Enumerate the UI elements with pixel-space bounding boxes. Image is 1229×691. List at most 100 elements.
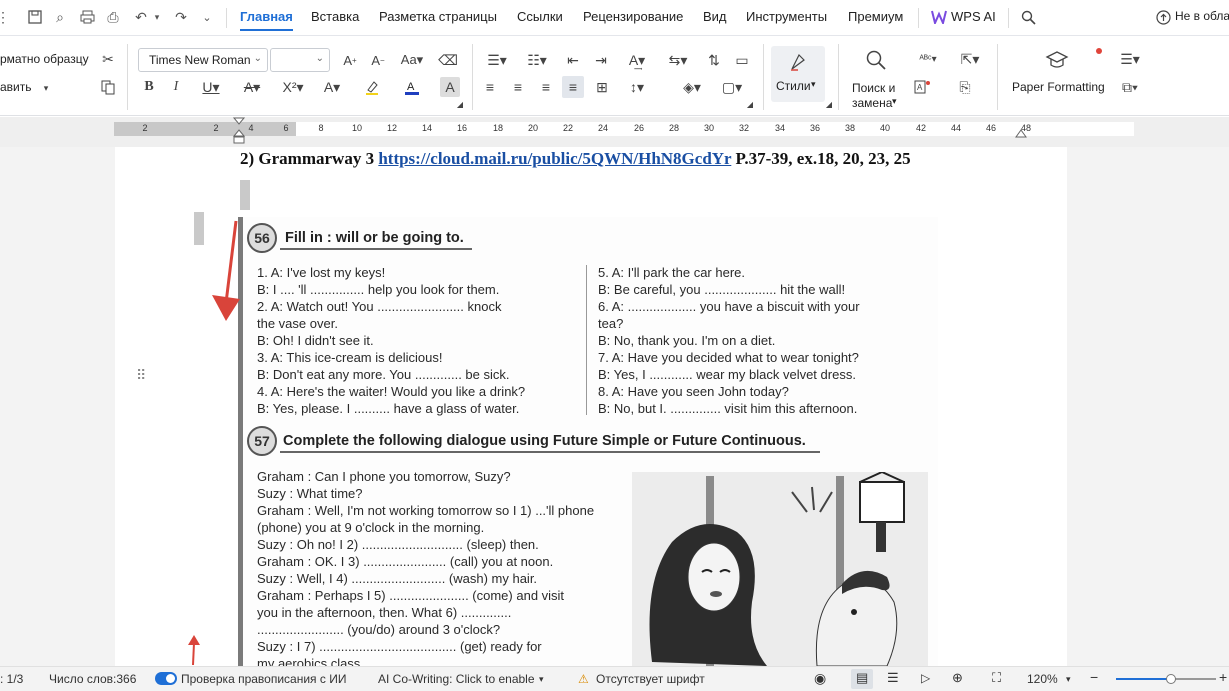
eye-protection-icon[interactable]: ◉: [814, 670, 826, 687]
page-indicator[interactable]: : 1/3: [0, 672, 23, 686]
select-icon[interactable]: ⇱▾: [955, 49, 985, 69]
undo-dropdown-icon[interactable]: ▾: [148, 8, 166, 26]
styles-dialog-launcher-icon[interactable]: ◢: [824, 99, 834, 109]
find-replace-icon[interactable]: [864, 48, 888, 72]
cloud-status[interactable]: Не в обла: [1175, 9, 1229, 23]
zoom-slider-knob[interactable]: [1166, 674, 1176, 684]
line-break-icon[interactable]: ⇆▾: [664, 50, 692, 70]
tab-view[interactable]: Вид: [703, 9, 727, 24]
ruler-tick: 2: [213, 123, 219, 133]
arrange-icon[interactable]: ⧉▾: [1115, 77, 1145, 97]
char-shading-icon[interactable]: A: [440, 77, 460, 97]
text-effect-icon[interactable]: A▾: [318, 77, 346, 97]
text-direction-icon[interactable]: A͢▾: [622, 50, 652, 70]
italic-icon[interactable]: I: [166, 77, 186, 97]
right-indent-marker-icon[interactable]: [1014, 129, 1028, 141]
paper-formatting-label[interactable]: Paper Formatting: [1012, 80, 1105, 94]
paragraph-dialog-launcher-icon[interactable]: ◢: [745, 99, 755, 109]
numbering-icon[interactable]: ☷▾: [523, 50, 551, 70]
font-size-select[interactable]: ⌄: [270, 48, 330, 72]
format-icon[interactable]: ⌕: [51, 8, 69, 26]
tab-review[interactable]: Рецензирование: [583, 9, 683, 24]
paper-formatting-icon[interactable]: [1044, 48, 1070, 72]
shading-icon[interactable]: ◈▾: [678, 77, 706, 97]
outline-view-icon[interactable]: ☰: [887, 670, 899, 686]
font-shrink-icon[interactable]: A −: [368, 50, 388, 70]
tab-references[interactable]: Ссылки: [517, 9, 563, 24]
sort-icon[interactable]: ⇅: [704, 50, 724, 70]
spellcheck-toggle[interactable]: [155, 672, 177, 685]
print-preview-icon[interactable]: ⎙: [104, 8, 122, 26]
find-label-line2[interactable]: замена: [852, 96, 892, 110]
cloud-upload-icon[interactable]: [1154, 8, 1172, 26]
strikethrough-icon[interactable]: A▾: [238, 77, 266, 97]
bold-icon[interactable]: B: [139, 77, 159, 97]
paste-label[interactable]: авить: [0, 80, 32, 94]
change-case-icon[interactable]: Aa▾: [397, 50, 427, 70]
redo-icon[interactable]: ↷: [172, 8, 190, 26]
document-workspace[interactable]: 2) Grammarway 3 https://cloud.mail.ru/pu…: [0, 147, 1229, 666]
justify-icon[interactable]: ≡: [562, 76, 584, 98]
format-painter-label[interactable]: рматно образцу: [0, 52, 89, 66]
word-count[interactable]: Число слов:366: [49, 672, 136, 686]
chevron-down-icon[interactable]: ▾: [539, 674, 544, 685]
underline-icon[interactable]: U▾: [197, 77, 225, 97]
fit-page-icon[interactable]: ⛶: [992, 670, 1001, 686]
ruler[interactable]: 2 2 4 6 8 10 12 14 16 18 20 22 24 26 28 …: [0, 117, 1229, 147]
borders-icon[interactable]: ▢▾: [718, 77, 746, 97]
more-chevron-icon[interactable]: ⌄: [198, 8, 216, 26]
align-center-icon[interactable]: ≡: [508, 77, 528, 97]
web-layout-icon[interactable]: ⊕: [952, 670, 963, 686]
convert-icon[interactable]: ⎘: [955, 77, 975, 97]
zoom-value[interactable]: 120%: [1027, 672, 1058, 686]
font-dialog-launcher-icon[interactable]: ◢: [455, 99, 465, 109]
decrease-indent-icon[interactable]: ⇤: [563, 50, 583, 70]
warning-icon: ⚠: [578, 672, 589, 686]
font-color-icon[interactable]: A: [398, 77, 426, 97]
chevron-down-icon[interactable]: ▾: [1066, 674, 1071, 685]
zoom-out-icon[interactable]: −: [1090, 669, 1098, 685]
distributed-icon[interactable]: ⊞: [592, 77, 612, 97]
paste-dropdown-icon[interactable]: ▾: [36, 78, 56, 98]
spell-check-icon[interactable]: ᴬᴮᶜ▾: [913, 49, 943, 69]
ruler-tick: 26: [633, 123, 645, 133]
tab-page-layout[interactable]: Разметка страницы: [379, 9, 497, 24]
find-label[interactable]: Поиск и: [852, 81, 895, 95]
clear-format-icon[interactable]: ⌫: [438, 50, 458, 70]
exercise-line: 8. A: Have you seen John today?: [598, 384, 789, 399]
spellcheck-label[interactable]: Проверка правописания с ИИ: [181, 672, 346, 686]
tab-tools[interactable]: Инструменты: [746, 9, 827, 24]
menu-icon[interactable]: ⋮: [0, 8, 12, 26]
missing-font-label[interactable]: Отсутствует шрифт: [596, 672, 705, 686]
drag-handle-icon[interactable]: ⠿: [136, 367, 146, 384]
translate-icon[interactable]: A: [913, 77, 933, 97]
zoom-in-icon[interactable]: +: [1219, 669, 1227, 685]
styles-button[interactable]: Стили ▾: [771, 46, 825, 102]
copy-icon[interactable]: [98, 77, 118, 97]
ai-cowriting-label[interactable]: AI Co-Writing: Click to enable: [378, 672, 535, 686]
indent-marker-icon[interactable]: [232, 117, 246, 145]
save-icon[interactable]: [26, 8, 44, 26]
status-bar: : 1/3 Число слов:366 Проверка правописан…: [0, 666, 1229, 691]
zoom-slider[interactable]: [1116, 674, 1216, 684]
scissors-icon[interactable]: ✂: [98, 49, 118, 69]
font-name-select[interactable]: Times New Roman ⌄: [138, 48, 268, 72]
print-icon[interactable]: [78, 8, 96, 26]
cloud-link[interactable]: https://cloud.mail.ru/public/5QWN/HhN8Gc…: [378, 149, 731, 168]
search-icon[interactable]: [1019, 8, 1037, 26]
increase-indent-icon[interactable]: ⇥: [591, 50, 611, 70]
text-tools-icon[interactable]: ☰▾: [1115, 49, 1145, 69]
highlight-icon[interactable]: [358, 77, 386, 97]
tab-insert[interactable]: Вставка: [311, 9, 359, 24]
tab-home[interactable]: Главная: [240, 9, 293, 31]
play-icon[interactable]: ▷: [921, 671, 930, 685]
tab-premium[interactable]: Премиум: [848, 9, 903, 24]
align-left-icon[interactable]: ≡: [480, 77, 500, 97]
tab-wps-ai[interactable]: WPS AI: [951, 9, 996, 24]
line-spacing-icon[interactable]: ↕▾: [622, 77, 652, 97]
bullets-icon[interactable]: ☰▾: [483, 50, 511, 70]
align-right-icon[interactable]: ≡: [536, 77, 556, 97]
font-grow-icon[interactable]: A +: [340, 50, 360, 70]
show-marks-icon[interactable]: ▭: [732, 50, 752, 70]
superscript-icon[interactable]: X²▾: [280, 77, 306, 97]
